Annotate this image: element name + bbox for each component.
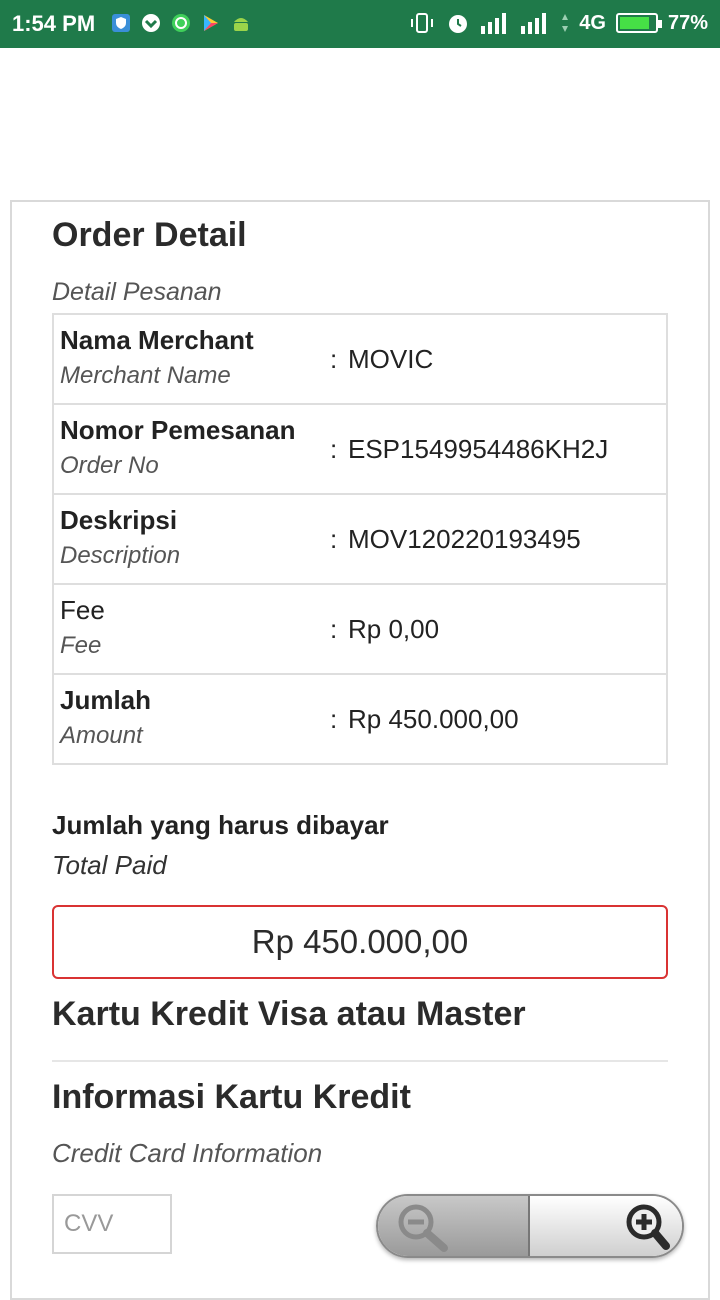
zoom-out-icon [398, 1204, 448, 1252]
row-colon: : [330, 433, 338, 464]
divider [52, 1060, 668, 1062]
row-sublabel: Description [60, 542, 181, 569]
row-value-cell: : MOVIC [324, 313, 668, 405]
row-sublabel: Amount [60, 722, 143, 749]
notification-icons [110, 12, 252, 34]
table-row: Nama Merchant Merchant Name : MOVIC [52, 313, 668, 405]
pin-icon [142, 14, 160, 32]
shield-icon [112, 14, 130, 32]
row-value-cell: : ESP1549954486KH2J [324, 403, 668, 495]
network-type: 4G [579, 11, 606, 34]
data-arrows-icon [562, 14, 569, 32]
row-value: ESP1549954486KH2J [348, 433, 609, 464]
zoom-in-button[interactable] [530, 1196, 682, 1256]
play-store-icon [204, 15, 218, 31]
row-label-cell: Nomor Pemesanan Order No [52, 403, 324, 495]
row-value: Rp 0,00 [348, 613, 440, 644]
row-label-cell: Jumlah Amount [52, 673, 324, 765]
cvv-input[interactable] [52, 1194, 172, 1254]
row-label-cell: Deskripsi Description [52, 493, 324, 585]
total-sublabel: Total Paid [52, 850, 167, 880]
row-colon: : [330, 703, 338, 734]
table-row: Fee Fee : Rp 0,00 [52, 583, 668, 675]
table-row: Jumlah Amount : Rp 450.000,00 [52, 673, 668, 765]
vibrate-icon [411, 13, 434, 33]
signal-icon [521, 13, 547, 34]
row-label: Nomor Pemesanan [60, 415, 296, 445]
row-sublabel: Merchant Name [60, 362, 231, 389]
page-subtitle: Detail Pesanan [52, 278, 222, 306]
status-bar: 1:54 PM 4G 77% [0, 0, 720, 48]
credit-card-info-heading: Informasi Kartu Kredit [52, 1078, 411, 1116]
battery-icon [615, 13, 662, 33]
row-label: Deskripsi [60, 505, 178, 535]
row-value-cell: : MOV120220193495 [324, 493, 668, 585]
status-time: 1:54 PM [12, 11, 96, 36]
row-value: MOVIC [348, 343, 434, 374]
zoom-in-icon [626, 1204, 670, 1250]
row-label: Nama Merchant [60, 325, 254, 355]
signal-icon [481, 13, 507, 34]
battery-percent: 77% [667, 11, 708, 34]
zoom-control [376, 1194, 684, 1258]
row-value-cell: : Rp 0,00 [324, 583, 668, 675]
row-value: Rp 450.000,00 [348, 703, 519, 734]
row-label: Jumlah [60, 685, 152, 715]
credit-card-info-subheading: Credit Card Information [52, 1138, 323, 1168]
page-title: Order Detail [52, 216, 247, 254]
total-label: Jumlah yang harus dibayar [52, 810, 389, 840]
total-amount: Rp 450.000,00 [52, 905, 668, 979]
row-sublabel: Order No [60, 452, 159, 479]
android-icon [234, 18, 248, 31]
order-details-table: Nama Merchant Merchant Name : MOVIC Nomor… [52, 313, 668, 765]
row-label: Fee [60, 595, 105, 625]
row-value: MOV120220193495 [348, 523, 581, 554]
whatsapp-icon [172, 14, 190, 32]
table-row: Deskripsi Description : MOV120220193495 [52, 493, 668, 585]
row-colon: : [330, 613, 338, 644]
row-colon: : [330, 523, 338, 554]
zoom-out-button[interactable] [378, 1196, 530, 1256]
alarm-icon [449, 15, 468, 33]
row-value-cell: : Rp 450.000,00 [324, 673, 668, 765]
status-right: 4G 77% [409, 10, 708, 36]
card-type-heading: Kartu Kredit Visa atau Master [52, 995, 526, 1033]
table-row: Nomor Pemesanan Order No : ESP1549954486K… [52, 403, 668, 495]
row-sublabel: Fee [60, 632, 102, 659]
row-label-cell: Fee Fee [52, 583, 324, 675]
row-colon: : [330, 343, 338, 374]
row-label-cell: Nama Merchant Merchant Name [52, 313, 324, 405]
